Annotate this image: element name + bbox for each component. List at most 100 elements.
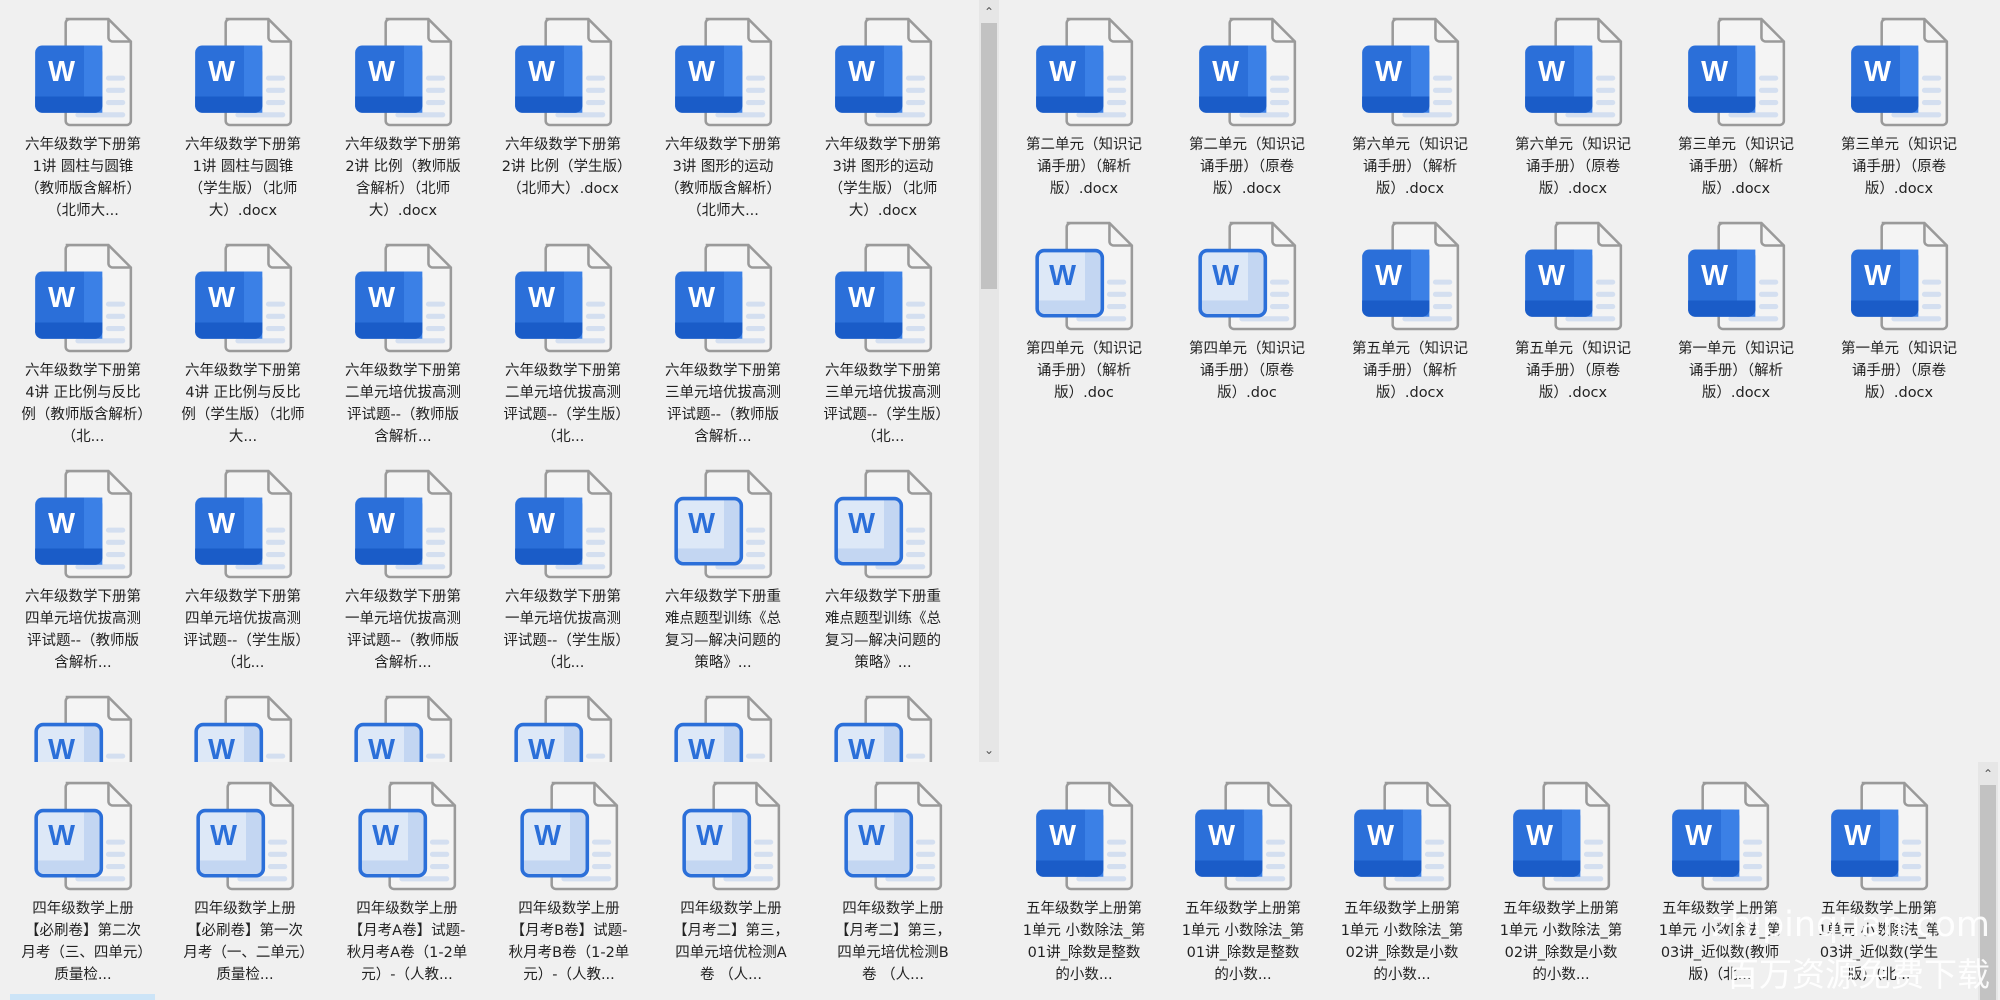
file-item[interactable]: W [808,690,958,762]
scrollbar-bottom-right[interactable]: ⌃ [1978,762,1998,1000]
svg-text:W: W [1685,820,1712,852]
word-document-icon: W [834,695,933,762]
svg-text:W: W [368,508,395,540]
word-document-icon: W [35,243,133,353]
file-item[interactable]: W 五年级数学上册第1单元 小数除法_第02讲_除数是小数的小数... [1327,776,1477,986]
word-document-icon: W [1362,17,1460,127]
file-item[interactable]: W 第四单元（知识记诵手册）（解析版）.doc [1009,216,1159,404]
scrollbar-thumb[interactable] [981,23,997,289]
file-item[interactable]: W 五年级数学上册第1单元 小数除法_第03讲_近似数(学生版)（北... [1804,776,1954,986]
svg-text:W: W [1208,820,1235,852]
svg-text:W: W [48,508,75,540]
file-name-label: 五年级数学上册第1单元 小数除法_第02讲_除数是小数的小数... [1340,901,1464,983]
file-name-label: 六年级数学下册重难点题型训练《总复习—解决问题的策略》... [665,589,781,671]
file-item[interactable]: W 第三单元（知识记诵手册）（解析版）.docx [1661,12,1811,200]
word-document-icon: W [355,469,453,579]
svg-text:W: W [1375,260,1402,292]
file-item[interactable]: W 六年级数学下册第一单元培优拔高测评试题--（教师版含解析... [328,464,478,674]
word-document-icon: W [194,695,293,762]
file-name-label: 六年级数学下册第一单元培优拔高测评试题--（学生版）（北... [503,589,623,671]
file-name-label: 五年级数学上册第1单元 小数除法_第01讲_除数是整数的小数... [1022,901,1146,983]
file-item[interactable]: W 第六单元（知识记诵手册）（解析版）.docx [1335,12,1485,200]
svg-text:W: W [368,282,395,314]
scroll-up-icon[interactable]: ⌃ [979,2,999,22]
file-item[interactable]: W 第二单元（知识记诵手册）（原卷版）.docx [1172,12,1322,200]
file-item[interactable]: W 四年级数学上册【月考A卷】试题-秋月考A卷（1-2单元）-（人教... [332,776,482,986]
svg-text:W: W [48,734,75,762]
file-item[interactable]: W 第六单元（知识记诵手册）（原卷版）.docx [1498,12,1648,200]
file-item[interactable]: W 第三单元（知识记诵手册）（原卷版）.docx [1824,12,1974,200]
file-item[interactable]: W 四年级数学上册【月考二】第三，四单元培优检测A卷 （人... [656,776,806,986]
file-item[interactable]: W 六年级数学下册第2讲 比例（教师版含解析）（北师大）.docx [328,12,478,222]
svg-text:W: W [848,282,875,314]
word-document-icon: W [1195,781,1293,891]
svg-text:W: W [48,820,75,852]
file-item[interactable]: W 六年级数学下册第1讲 圆柱与圆锥（教师版含解析）（北师大... [8,12,158,222]
file-item[interactable]: W 第五单元（知识记诵手册）（解析版）.docx [1335,216,1485,404]
file-item[interactable]: W [168,690,318,762]
file-item[interactable]: W [328,690,478,762]
file-item[interactable]: W 六年级数学下册第3讲 图形的运动（教师版含解析）（北师大... [648,12,798,222]
word-document-icon: W [1513,781,1611,891]
word-document-icon: W [355,243,453,353]
file-item[interactable]: W 第四单元（知识记诵手册）（原卷版）.doc [1172,216,1322,404]
file-item[interactable]: W 六年级数学下册第二单元培优拔高测评试题--（学生版）（北... [488,238,638,448]
word-document-icon: W [675,243,773,353]
file-item[interactable]: W 六年级数学下册第四单元培优拔高测评试题--（教师版含解析... [8,464,158,674]
svg-text:W: W [528,282,555,314]
svg-text:W: W [1049,820,1076,852]
file-item[interactable]: W 四年级数学上册【必刷卷】第二次月考（三、四单元）质量检... [8,776,158,986]
file-item[interactable]: W 四年级数学上册【必刷卷】第一次月考（一、二单元）质量检... [170,776,320,986]
word-document-icon: W [358,781,457,891]
file-item[interactable]: W 五年级数学上册第1单元 小数除法_第01讲_除数是整数的小数... [1168,776,1318,986]
file-item[interactable]: W 六年级数学下册第2讲 比例（学生版）（北师大）.docx [488,12,638,200]
file-item[interactable]: W 六年级数学下册第4讲 正比例与反比例（学生版）（北师大... [168,238,318,448]
file-item[interactable]: W 六年级数学下册第四单元培优拔高测评试题--（学生版）（北... [168,464,318,674]
file-item[interactable]: W 四年级数学上册【月考B卷】试题-秋月考B卷（1-2单元）-（人教... [494,776,644,986]
file-item[interactable]: W 六年级数学下册第二单元培优拔高测评试题--（教师版含解析... [328,238,478,448]
svg-text:W: W [848,508,875,540]
svg-text:W: W [372,820,399,852]
file-item[interactable]: W [8,690,158,762]
file-item[interactable]: W 第二单元（知识记诵手册）（解析版）.docx [1009,12,1159,200]
word-document-icon: W [834,469,933,579]
svg-text:W: W [858,820,885,852]
file-item[interactable]: W 六年级数学下册第1讲 圆柱与圆锥（学生版）（北师大）.docx [168,12,318,222]
file-item[interactable]: W 五年级数学上册第1单元 小数除法_第01讲_除数是整数的小数... [1009,776,1159,986]
scroll-down-icon[interactable]: ⌄ [979,740,999,760]
file-item[interactable]: W [488,690,638,762]
file-name-label: 第五单元（知识记诵手册）（解析版）.docx [1352,341,1468,401]
file-item[interactable]: W 六年级数学下册重难点题型训练《总复习—解决问题的策略》... [648,464,798,674]
scrollbar-top-left[interactable]: ⌃ ⌄ [979,0,999,762]
svg-text:W: W [208,734,235,762]
file-name-label: 第六单元（知识记诵手册）（解析版）.docx [1352,137,1468,197]
svg-text:W: W [848,734,875,762]
svg-text:W: W [1375,56,1402,88]
file-pane-bottom-left: W 四年级数学上册【必刷卷】第二次月考（三、四单元）质量检... W 四年级数学上册… [0,762,1000,1000]
svg-text:W: W [688,56,715,88]
file-item[interactable]: W 六年级数学下册第3讲 图形的运动（学生版）（北师大）.docx [808,12,958,222]
file-name-label: 六年级数学下册第二单元培优拔高测评试题--（教师版含解析... [345,363,461,445]
file-name-label: 四年级数学上册【必刷卷】第一次月考（一、二单元）质量检... [183,901,307,983]
scrollbar-thumb[interactable] [1980,785,1996,1000]
file-item[interactable]: W 六年级数学下册第三单元培优拔高测评试题--（学生版）（北... [808,238,958,448]
file-item[interactable]: W [648,690,798,762]
file-item[interactable]: W 第一单元（知识记诵手册）（原卷版）.docx [1824,216,1974,404]
file-item[interactable]: W 六年级数学下册第一单元培优拔高测评试题--（学生版）（北... [488,464,638,674]
file-item[interactable]: W 四年级数学上册【月考二】第三，四单元培优检测B卷 （人... [818,776,968,986]
word-document-icon: W [1362,221,1460,331]
file-name-label: 四年级数学上册【月考二】第三，四单元培优检测A卷 （人... [673,901,789,983]
file-item[interactable]: W 六年级数学下册第三单元培优拔高测评试题--（教师版含解析... [648,238,798,448]
file-item[interactable]: W 第五单元（知识记诵手册）（原卷版）.docx [1498,216,1648,404]
word-document-icon: W [835,243,933,353]
word-document-icon: W [1688,221,1786,331]
file-item[interactable]: W 五年级数学上册第1单元 小数除法_第03讲_近似数(教师版)（北... [1645,776,1795,986]
file-item[interactable]: W 五年级数学上册第1单元 小数除法_第02讲_除数是小数的小数... [1486,776,1636,986]
file-item[interactable]: W 六年级数学下册重难点题型训练《总复习—解决问题的策略》... [808,464,958,674]
file-name-label: 四年级数学上册【月考B卷】试题-秋月考B卷（1-2单元）-（人教... [508,901,630,983]
word-document-icon: W [355,17,453,127]
file-item[interactable]: W 六年级数学下册第4讲 正比例与反比例（教师版含解析）（北... [8,238,158,448]
file-item[interactable]: W 第一单元（知识记诵手册）（解析版）.docx [1661,216,1811,404]
scroll-up-icon[interactable]: ⌃ [1978,764,1998,784]
word-document-icon: W [196,781,295,891]
